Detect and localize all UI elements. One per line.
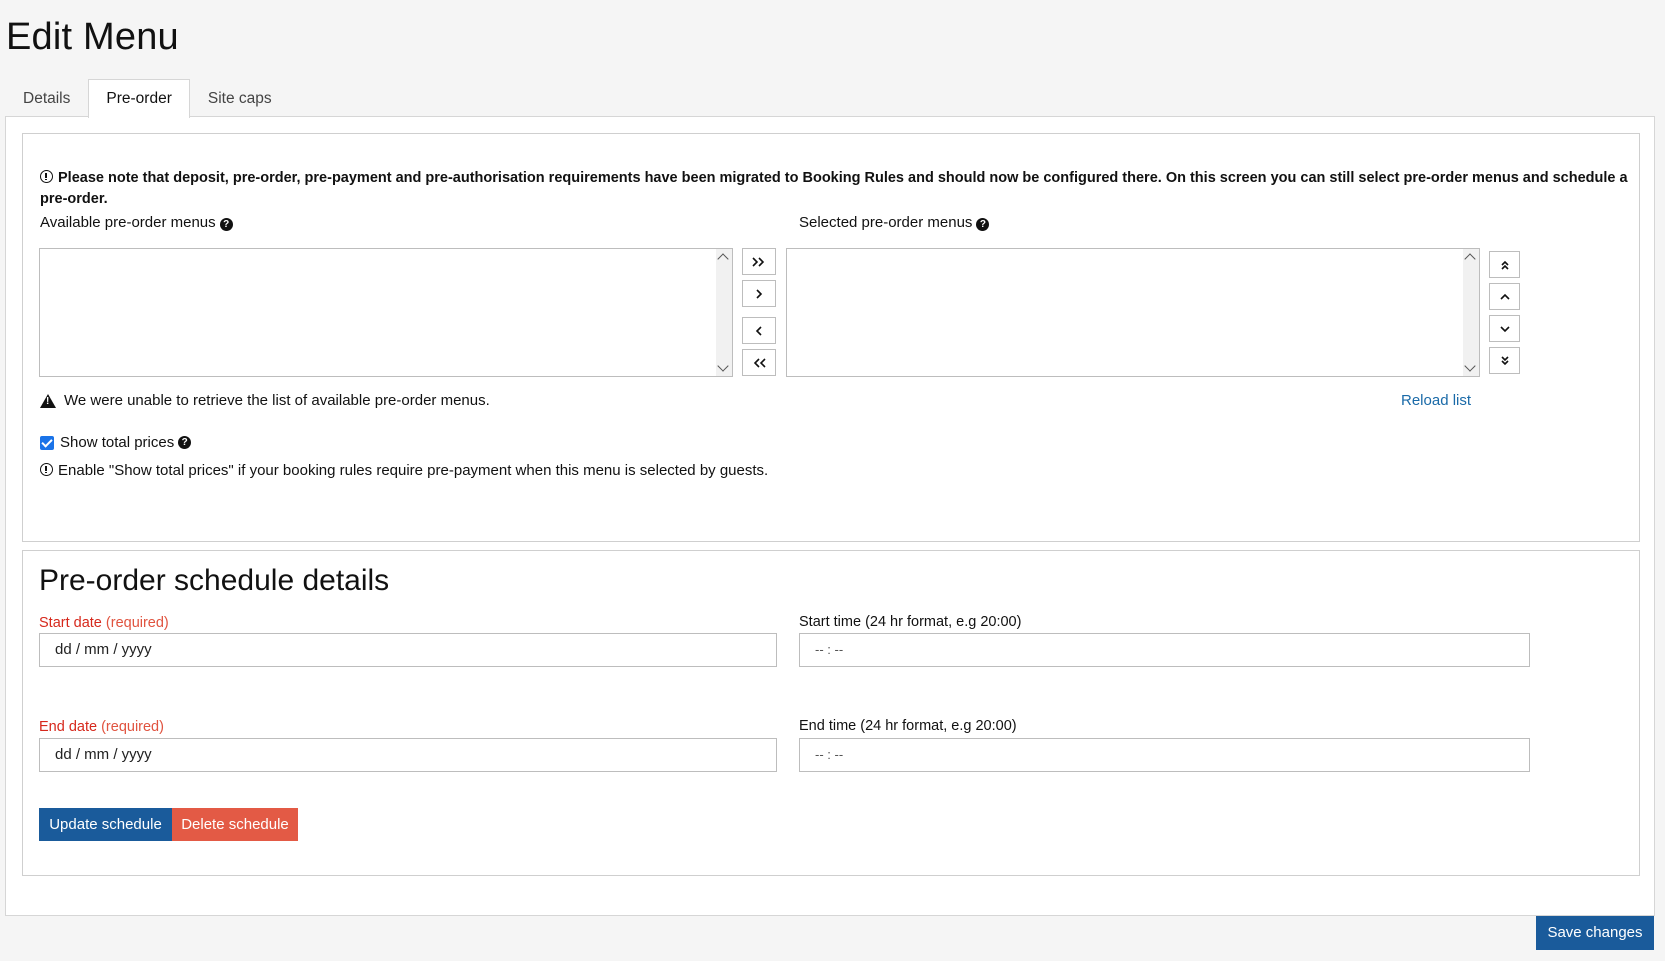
move-top-button[interactable]: [1489, 251, 1520, 278]
start-date-input[interactable]: dd / mm / yyyy: [39, 633, 777, 667]
chevron-right-icon: [756, 288, 763, 299]
available-menus-list[interactable]: [39, 248, 733, 377]
end-date-label-text: End date: [39, 719, 98, 735]
move-left-button[interactable]: [742, 317, 776, 344]
double-chevron-right-icon: [752, 256, 765, 267]
move-bottom-button[interactable]: [1489, 347, 1520, 374]
required-indicator: (required): [105, 615, 169, 631]
start-time-input[interactable]: -- : --: [799, 633, 1530, 667]
double-chevron-up-icon: [1500, 260, 1509, 270]
double-chevron-left-icon: [753, 357, 766, 368]
tab-site-caps[interactable]: Site caps: [190, 79, 290, 117]
help-icon[interactable]: ?: [178, 436, 192, 449]
section-title: Pre-order schedule details: [39, 564, 390, 597]
selected-menus-label-text: Selected pre-order menus: [799, 214, 973, 231]
delete-schedule-button[interactable]: Delete schedule: [172, 808, 298, 841]
available-menus-label: Available pre-order menus?: [40, 214, 233, 231]
warning-icon: [40, 393, 56, 408]
load-error-message: We were unable to retrieve the list of a…: [40, 392, 490, 409]
help-icon[interactable]: ?: [219, 218, 233, 231]
move-right-button[interactable]: [742, 280, 776, 307]
schedule-card: Pre-order schedule details Start date (r…: [22, 550, 1640, 876]
help-icon[interactable]: ?: [976, 218, 990, 231]
double-chevron-down-icon: [1500, 355, 1509, 365]
end-date-input[interactable]: dd / mm / yyyy: [39, 738, 777, 772]
required-indicator: (required): [101, 719, 164, 735]
move-all-left-button[interactable]: [742, 349, 776, 376]
chevron-up-icon: [1499, 293, 1510, 300]
show-total-prices-hint: Enable "Show total prices" if your booki…: [40, 462, 768, 479]
migration-notice: Please note that deposit, pre-order, pre…: [40, 168, 1630, 210]
update-schedule-button[interactable]: Update schedule: [39, 808, 172, 841]
show-total-prices-checkbox[interactable]: [40, 435, 54, 450]
migration-notice-text: Please note that deposit, pre-order, pre…: [40, 170, 1628, 207]
tab-panel-pre-order: Please note that deposit, pre-order, pre…: [5, 116, 1655, 916]
chevron-down-icon: [1499, 325, 1510, 332]
scroll-up-icon[interactable]: [1464, 253, 1476, 265]
selected-menus-label: Selected pre-order menus?: [799, 214, 990, 231]
load-error-text: We were unable to retrieve the list of a…: [64, 392, 490, 409]
pre-order-menus-card: Please note that deposit, pre-order, pre…: [22, 133, 1640, 542]
available-menus-label-text: Available pre-order menus: [40, 214, 216, 231]
start-date-label-text: Start date: [39, 615, 102, 631]
end-time-input[interactable]: -- : --: [799, 738, 1530, 772]
show-total-prices-row: Show total prices?: [40, 434, 192, 451]
tab-details[interactable]: Details: [5, 79, 88, 117]
move-up-button[interactable]: [1489, 283, 1520, 310]
end-date-label: End date (required): [39, 719, 164, 735]
start-date-label: Start date (required): [39, 615, 169, 631]
show-total-prices-hint-text: Enable "Show total prices" if your booki…: [58, 462, 769, 479]
info-icon: [40, 170, 53, 183]
start-time-label: Start time (24 hr format, e.g 20:00): [799, 614, 1022, 630]
show-total-prices-label[interactable]: Show total prices: [60, 434, 174, 451]
tab-pre-order[interactable]: Pre-order: [88, 79, 190, 118]
move-down-button[interactable]: [1489, 315, 1520, 342]
chevron-left-icon: [755, 325, 762, 336]
info-icon: [40, 463, 53, 476]
move-all-right-button[interactable]: [742, 248, 776, 275]
page-title: Edit Menu: [6, 16, 179, 58]
save-changes-button[interactable]: Save changes: [1536, 916, 1654, 950]
scroll-down-icon[interactable]: [717, 360, 729, 372]
end-time-label: End time (24 hr format, e.g 20:00): [799, 718, 1017, 734]
tab-bar: Details Pre-order Site caps: [5, 79, 290, 118]
selected-menus-list[interactable]: [786, 248, 1480, 377]
scroll-up-icon[interactable]: [717, 253, 729, 265]
scroll-down-icon[interactable]: [1464, 360, 1476, 372]
scrollbar[interactable]: [1463, 249, 1479, 376]
scrollbar[interactable]: [716, 249, 732, 376]
reload-list-link[interactable]: Reload list: [1401, 392, 1471, 409]
